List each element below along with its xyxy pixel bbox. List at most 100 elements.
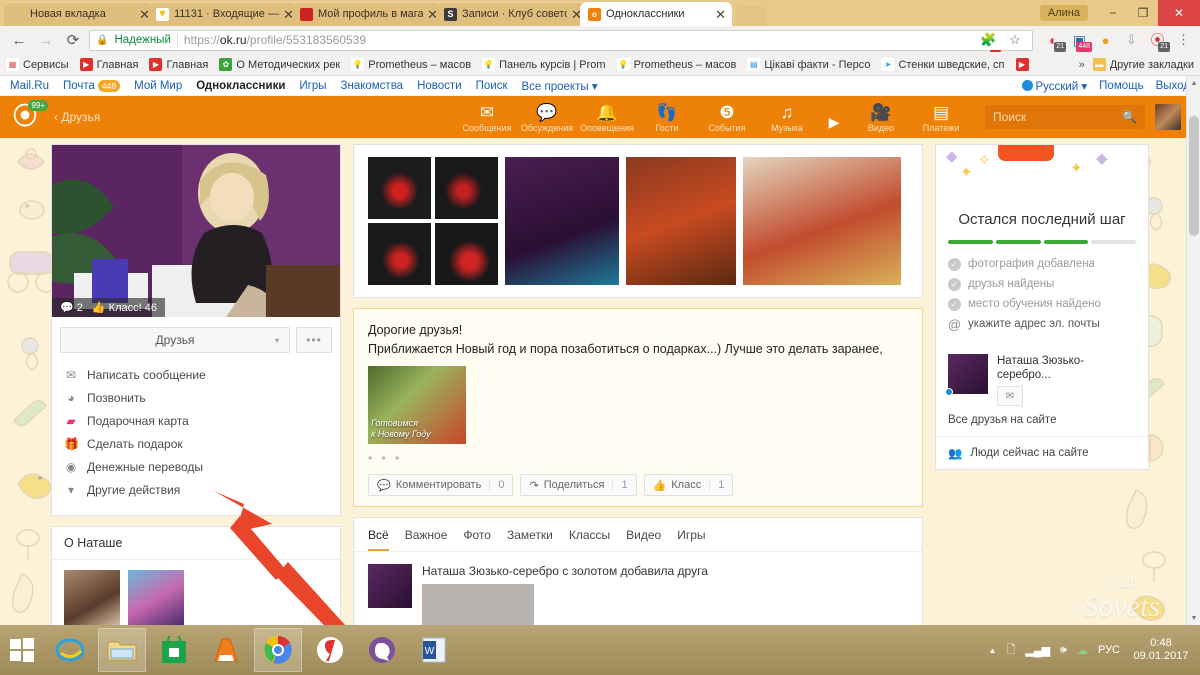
bookmark-item[interactable]: ▶	[1015, 58, 1029, 71]
show-hidden-icons[interactable]: ▲	[989, 646, 997, 655]
thumbnail[interactable]	[128, 570, 184, 625]
vlc-icon[interactable]	[202, 628, 250, 672]
ok-play-button[interactable]: ▶	[817, 112, 851, 133]
language-indicator[interactable]: РУС	[1098, 644, 1120, 656]
feed-item-image[interactable]	[422, 584, 534, 625]
mailru-link-pochta[interactable]: Почта 448	[63, 79, 121, 92]
browser-tab-4-active[interactable]: o Одноклассники ✕	[580, 2, 732, 26]
action-call[interactable]: ◕ Позвонить	[64, 386, 328, 409]
mailru-link-novosti[interactable]: Новости	[417, 80, 462, 92]
bookmark-item[interactable]: 💡 Prometheus – масов	[616, 58, 736, 71]
emoji-extension-icon[interactable]: ●	[1097, 32, 1114, 49]
puzzle-extension-icon[interactable]: 🧩	[980, 32, 1001, 52]
mailru-link-odnoklassniki[interactable]: Одноклассники	[196, 80, 285, 92]
more-options-button[interactable]: •••	[296, 327, 332, 353]
battery-icon[interactable]: 🗋	[1006, 641, 1015, 660]
feed-tab-photo[interactable]: Фото	[463, 528, 491, 551]
bookmark-star-icon[interactable]: ☆	[1004, 29, 1026, 51]
mailru-link-mailru[interactable]: Mail.Ru	[10, 80, 49, 92]
friend-avatar[interactable]	[945, 354, 988, 396]
bookmark-item[interactable]: ▶ Главная	[79, 58, 138, 71]
download-icon[interactable]: ⇩	[1123, 32, 1140, 49]
mailru-link-igry[interactable]: Игры	[299, 80, 326, 92]
feed-tab-video[interactable]: Видео	[626, 528, 661, 551]
viber-icon[interactable]	[358, 628, 406, 672]
feed-tab-important[interactable]: Важное	[405, 528, 448, 551]
grid-photo[interactable]	[435, 157, 498, 219]
scrollbar-thumb[interactable]	[1189, 116, 1199, 236]
opera-vpn-icon[interactable]: ◐ 21	[1045, 32, 1066, 52]
bookmark-item[interactable]: 💡 Панель курсів | Prom	[482, 58, 606, 71]
scroll-up-arrow-icon[interactable]: ▲	[1187, 76, 1200, 90]
grid-photo[interactable]	[435, 223, 498, 285]
feed-avatar[interactable]	[368, 564, 412, 608]
bookmark-item[interactable]: ✿ О Методических рек	[219, 58, 340, 71]
friends-dropdown-button[interactable]: Друзья ▾	[60, 327, 290, 353]
browser-tab-2[interactable]: Мой профиль в магази ✕	[292, 2, 444, 26]
mailru-link-poisk[interactable]: Поиск	[476, 80, 508, 92]
photo-grid-4[interactable]	[368, 157, 498, 285]
grid-photo[interactable]	[368, 223, 431, 285]
post-image[interactable]: Готовимся к Новому Году	[368, 366, 466, 444]
logout-link[interactable]: Выход	[1156, 80, 1190, 92]
ok-nav-messages[interactable]: ✉ Сообщения	[457, 102, 517, 133]
bookmark-item[interactable]: ▦ Сервисы	[6, 58, 69, 71]
photo-item[interactable]	[626, 157, 736, 285]
network-signal-icon[interactable]: ▂▄▆	[1025, 644, 1050, 657]
feed-tab-games[interactable]: Игры	[677, 528, 705, 551]
bookmark-item[interactable]: ▶ Главная	[149, 58, 208, 71]
people-online-link[interactable]: 👥 Люди сейчас на сайте	[936, 436, 1148, 469]
profile-chip[interactable]: Алина	[1039, 5, 1088, 21]
all-friends-online-link[interactable]: Все друзья на сайте	[936, 410, 1148, 436]
browser-tab-3[interactable]: S Записи · Клуб советов ✕	[436, 2, 588, 26]
abp-icon[interactable]: ⦿ 21	[1149, 32, 1170, 52]
mailru-link-vse-proekty[interactable]: Все проекты ▾	[522, 79, 598, 93]
close-window-button[interactable]: ✕	[1158, 0, 1200, 26]
feed-tab-notes[interactable]: Заметки	[507, 528, 553, 551]
other-bookmarks-folder[interactable]: ▬ Другие закладки	[1092, 58, 1194, 71]
grid-photo[interactable]	[368, 157, 431, 219]
friend-name[interactable]: Наташа Зюзько-серебро...	[997, 354, 1136, 382]
page-scrollbar[interactable]: ▲ ▼	[1186, 76, 1200, 625]
language-selector[interactable]: Русский ▾	[1021, 79, 1087, 93]
ok-nav-payments[interactable]: ▤ Платежи	[911, 102, 971, 133]
send-message-button[interactable]: ✉	[997, 386, 1023, 406]
action-other-actions[interactable]: ▾ Другие действия	[64, 478, 328, 501]
reload-icon[interactable]: ⟳	[62, 29, 84, 51]
back-icon[interactable]: ←	[8, 29, 30, 51]
chrome-menu-icon[interactable]: ⋮	[1175, 32, 1192, 49]
adguard-icon[interactable]: ▣ 448	[1071, 32, 1092, 52]
feed-tab-classes[interactable]: Классы	[569, 528, 610, 551]
browser-tab-1[interactable]: ▼ 11131 · Входящие — Ян ✕	[148, 2, 300, 26]
thumbnail[interactable]	[64, 570, 120, 625]
action-make-gift[interactable]: 🎁 Сделать подарок	[64, 432, 328, 455]
mailru-link-moymir[interactable]: Мой Мир	[134, 80, 182, 92]
ok-nav-events[interactable]: ❺ События	[697, 102, 757, 133]
forward-icon[interactable]: →	[35, 29, 57, 51]
minimize-button[interactable]: −	[1098, 2, 1128, 24]
bookmarks-overflow-button[interactable]: »	[1079, 59, 1085, 71]
photo-item[interactable]	[505, 157, 619, 285]
volume-icon[interactable]: 🕪	[1060, 644, 1067, 657]
browser-tab-0[interactable]: Новая вкладка ✕	[4, 2, 156, 26]
google-chrome-icon[interactable]	[254, 628, 302, 672]
ok-logo[interactable]: ⦿ 99+	[10, 100, 48, 132]
bookmark-item[interactable]: ▤ Цікаві факти - Персо	[747, 58, 870, 71]
new-tab-button[interactable]	[736, 6, 766, 26]
file-explorer-icon[interactable]	[98, 628, 146, 672]
search-icon[interactable]: 🔍	[1122, 110, 1137, 124]
profile-photo[interactable]: 💬 2 👍 Класс! 46	[52, 145, 340, 317]
mailru-link-znakomstva[interactable]: Знакомства	[341, 80, 404, 92]
internet-explorer-icon[interactable]	[46, 628, 94, 672]
ok-nav-discussions[interactable]: 💬 Обсуждения	[517, 102, 577, 133]
photo-item[interactable]	[743, 157, 901, 285]
cloud-sync-icon[interactable]: ☁	[1077, 644, 1088, 657]
avatar[interactable]	[1154, 104, 1181, 130]
ok-nav-music[interactable]: ♫ Музыка	[757, 102, 817, 133]
yandex-browser-icon[interactable]	[306, 628, 354, 672]
action-gift-card[interactable]: ▰ Подарочная карта	[64, 409, 328, 432]
action-money-transfer[interactable]: ◉ Денежные переводы	[64, 455, 328, 478]
feed-tab-all[interactable]: Всё	[368, 528, 389, 551]
bookmark-item[interactable]: ➤ Стенки шведские, сп	[881, 58, 1005, 71]
ok-nav-video[interactable]: 🎥 Видео	[851, 102, 911, 133]
